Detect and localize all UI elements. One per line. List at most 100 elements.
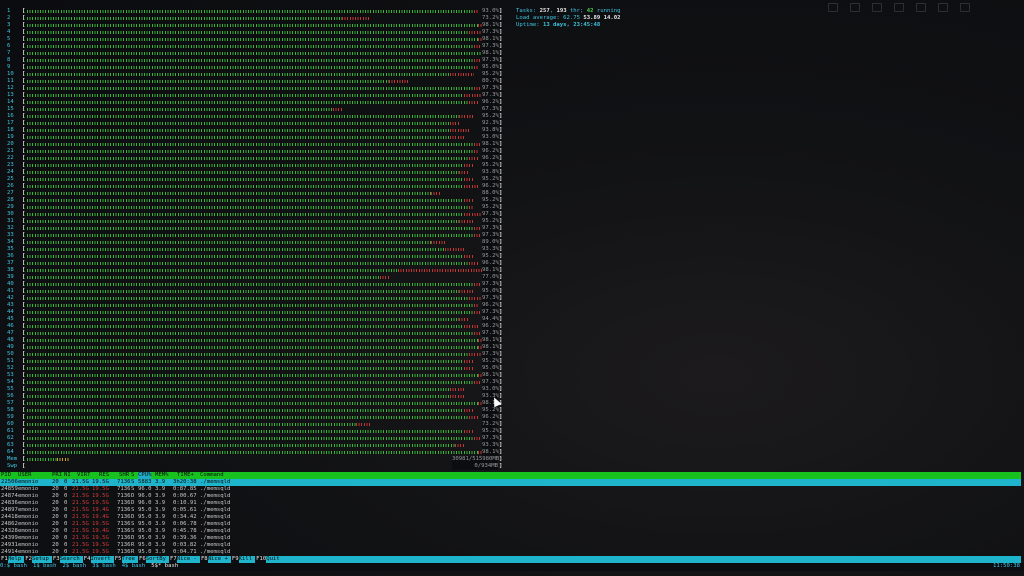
column-header-res[interactable]: RES [99, 472, 109, 479]
cpu-2-meter-value: 73.2% [482, 15, 499, 22]
column-header-ni[interactable]: NI [64, 472, 71, 479]
tmux-window-tab[interactable]: 3$ bash [92, 563, 116, 570]
process-virt: 21.5G [72, 528, 89, 534]
column-header-mem[interactable]: MEM% [155, 472, 168, 479]
process-row[interactable]: 24418 emonio 20 0 21.5G 19.4G 7136 D 95.0 3.9 0:34… [0, 514, 1021, 521]
column-header-time[interactable]: TIME+ [177, 472, 194, 479]
column-header-user[interactable]: USER [18, 472, 31, 479]
cpu-22-meter-bar [27, 157, 497, 160]
fn-key-f9[interactable]: F9 [230, 556, 239, 563]
cpu-34-meter-value: 89.0% [482, 239, 499, 246]
process-pri: 20 [52, 521, 59, 527]
tmux-window-tab[interactable]: 1$ bash [33, 563, 57, 570]
process-cpu: 95.0 [138, 535, 152, 541]
fn-label-invert[interactable]: Invert [91, 556, 114, 563]
column-header-s[interactable]: S [131, 472, 134, 479]
process-row[interactable]: 24874 emonio 20 0 21.5G 19.5G 7136 D 96.0 3.9 0:00… [0, 493, 1021, 500]
running-label: running [596, 8, 621, 14]
fn-key-f10[interactable]: F10 [255, 556, 267, 563]
column-header-cmd[interactable]: Command [200, 472, 224, 479]
fn-label-kill[interactable]: Kill [239, 556, 255, 563]
process-time: 0:45.78 [173, 528, 197, 534]
cpu-7-meter-value: 98.1% [482, 50, 499, 57]
cpu-11-meter-value: 80.7% [482, 78, 499, 85]
fn-key-f7[interactable]: F7 [168, 556, 177, 563]
fn-label-sortby[interactable]: SortBy [146, 556, 169, 563]
process-time: 0:00.67 [173, 493, 197, 499]
cpu-43-meter-bracket-close: ] [499, 302, 503, 308]
column-header-pri[interactable]: PRI [52, 472, 62, 479]
cpu-29-meter-bar-kernel [469, 206, 474, 209]
column-header-virt[interactable]: VIRT [77, 472, 90, 479]
cpu-29-meter-value: 95.2% [482, 204, 499, 211]
process-row[interactable]: 24862 emonio 20 0 21.5G 19.5G 7136 S 95.0 3.9 0:06… [0, 521, 1021, 528]
cpu-58-meter-row: 58 [95.2%] [6, 407, 502, 414]
fn-key-f8[interactable]: F8 [199, 556, 208, 563]
fn-label-tree[interactable]: Tree [122, 556, 138, 563]
process-time: 0:04.71 [173, 549, 197, 555]
process-s: R [131, 549, 135, 555]
tmux-window-tab[interactable]: 4$ bash [122, 563, 146, 570]
process-row[interactable]: 24914 emonio 20 0 21.5G 19.5G 7136 R 95.0 3.9 0:04… [0, 549, 1021, 556]
fn-label-nice-[interactable]: Nice + [208, 556, 231, 563]
cpu-23-meter-bracket-close: ] [499, 162, 503, 168]
fn-key-f6[interactable]: F6 [138, 556, 146, 563]
process-mem: 3.9 [155, 535, 166, 541]
process-row[interactable]: 24836 emonio 20 0 21.5G 19.5G 7136 D 96.0 3.9 0:10… [0, 500, 1021, 507]
cpu-59-meter-bar [27, 416, 497, 419]
tmux-window-tab[interactable]: 0:$ bash [0, 563, 27, 570]
cpu-30-meter-bracket-close: ] [499, 211, 503, 217]
cpu-40-meter-label: 40 [7, 281, 14, 287]
cpu-53-meter-bracket-open: [ [22, 372, 26, 378]
fn-label-nice-[interactable]: Nice - [177, 556, 200, 563]
cpu-36-meter-bar-kernel [464, 255, 473, 258]
process-user: emonio [18, 528, 39, 534]
process-row[interactable]: 24328 emonio 20 0 21.5G 19.4G 7136 S 95.0 3.9 0:45… [0, 528, 1021, 535]
cpu-4-meter-bracket-open: [ [22, 29, 26, 35]
cpu-25-meter-bar-kernel [464, 178, 473, 181]
settings-icon[interactable] [894, 3, 904, 12]
process-row[interactable]: 24859 emonio 20 0 21.5G 19.5G 7136 S 96.0 3.9 0:87… [0, 486, 1021, 493]
fn-key-f5[interactable]: F5 [113, 556, 122, 563]
network-icon[interactable] [916, 3, 926, 12]
cpu-44-meter-label: 44 [7, 309, 14, 315]
process-pri: 20 [52, 493, 59, 499]
cpu-35-meter-bar-used [27, 248, 445, 251]
mail-icon[interactable] [872, 3, 882, 12]
fn-key-f3[interactable]: F3 [51, 556, 60, 563]
fn-label-setup[interactable]: Setup [32, 556, 52, 563]
cpu-10-meter-bar [27, 73, 497, 76]
fn-label-help[interactable]: Help [8, 556, 24, 563]
column-header-shr[interactable]: SHR [119, 472, 129, 479]
cpu-58-meter-bar-used [27, 409, 464, 412]
process-cmd: ./memsqld [200, 486, 231, 492]
power-icon[interactable] [960, 3, 970, 12]
cpu-1-meter-value: 93.0% [482, 8, 499, 15]
column-header-pid[interactable]: PID [1, 472, 11, 479]
cpu-3-meter-bracket-close: ] [499, 22, 503, 28]
cpu-55-meter-bar [27, 388, 497, 391]
process-row[interactable]: 24897 emonio 20 0 21.5G 19.4G 7136 S 95.0 3.9 0:05… [0, 507, 1021, 514]
cpu-7-meter-row: 7 [98.1%] [6, 50, 502, 57]
window-icon[interactable] [828, 3, 838, 12]
cpu-61-meter-bar-kernel [464, 430, 473, 433]
column-header-cpu[interactable]: CPU% [138, 472, 152, 479]
process-pid: 24836 [1, 500, 18, 506]
volume-icon[interactable] [938, 3, 948, 12]
fn-key-f1[interactable]: F1 [0, 556, 8, 563]
process-row[interactable]: 24399 emonio 20 0 21.5G 19.5G 7136 D 95.0 3.9 0:39… [0, 535, 1021, 542]
tmux-window-tab[interactable]: 2$ bash [63, 563, 87, 570]
cpu-21-meter-bar-kernel [474, 150, 479, 153]
fn-key-f2[interactable]: F2 [24, 556, 32, 563]
cpu-21-meter-bracket-open: [ [22, 148, 26, 154]
fn-label-search[interactable]: Search [60, 556, 83, 563]
cpu-42-meter-row: 42 [97.3%] [6, 295, 502, 302]
fn-label-quit[interactable]: Quit [266, 556, 282, 563]
process-row[interactable]: 22506 emonio 20 0 21.5G 19.5G 7136 S 5883 3.9 3h20… [0, 479, 1021, 486]
process-table-header[interactable]: PID USER PRI NI VIRT RES SHR S CPU% MEM% TIME+ Comm… [0, 472, 1021, 479]
fn-key-f4[interactable]: F4 [82, 556, 91, 563]
cpu-26-meter-label: 26 [7, 183, 14, 189]
tmux-window-tab[interactable]: 5$* bash [151, 563, 178, 570]
process-row[interactable]: 24931 emonio 20 0 21.5G 19.5G 7136 R 95.0 3.9 0:03… [0, 542, 1021, 549]
apps-icon[interactable] [850, 3, 860, 12]
